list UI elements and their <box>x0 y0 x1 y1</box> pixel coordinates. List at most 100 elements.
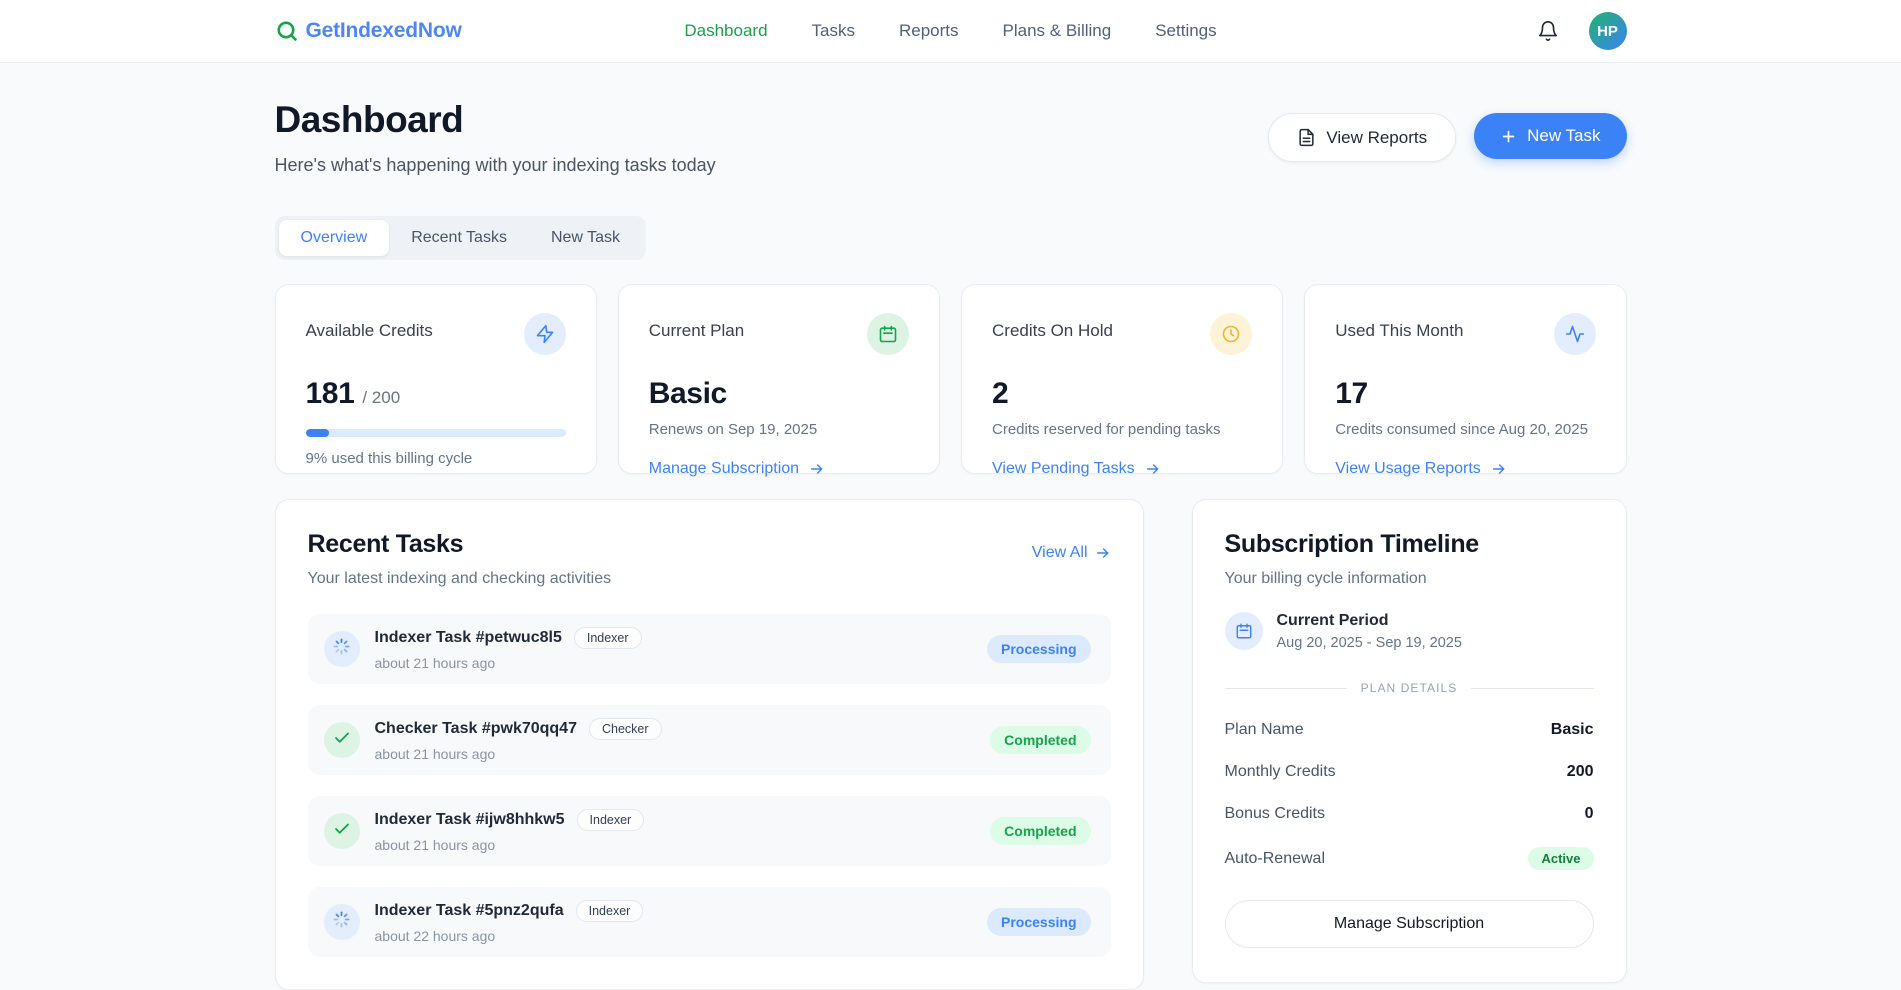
used-this-month-card: Used This Month 17 Credits consumed sinc… <box>1304 284 1626 474</box>
view-all-label: View All <box>1032 544 1088 562</box>
detail-value: Basic <box>1551 721 1594 739</box>
notifications-button[interactable] <box>1533 16 1563 46</box>
search-icon <box>275 19 299 43</box>
manage-subscription-link[interactable]: Manage Subscription <box>649 460 825 478</box>
used-value: 17 <box>1335 377 1368 411</box>
task-type-badge: Indexer <box>576 900 644 922</box>
task-row[interactable]: Indexer Task #5pnz2qufa Indexer about 22… <box>308 887 1111 957</box>
plan-details-label: PLAN DETAILS <box>1361 681 1458 695</box>
task-time: about 21 hours ago <box>375 837 645 853</box>
hold-value: 2 <box>992 377 1008 411</box>
plan-details-divider: PLAN DETAILS <box>1225 681 1594 695</box>
recent-tasks-title: Recent Tasks <box>308 530 612 559</box>
view-reports-button[interactable]: View Reports <box>1268 113 1456 162</box>
subscription-title: Subscription Timeline <box>1225 530 1594 559</box>
task-name: Indexer Task #petwuc8l5 <box>375 629 562 647</box>
manage-subscription-link-label: Manage Subscription <box>649 460 799 478</box>
task-type-badge: Indexer <box>574 627 642 649</box>
detail-label: Auto-Renewal <box>1225 850 1326 868</box>
recent-tasks-panel: Recent Tasks Your latest indexing and ch… <box>275 499 1144 990</box>
arrow-right-icon <box>1145 461 1161 477</box>
card-title: Used This Month <box>1335 313 1463 341</box>
clock-icon <box>1210 313 1252 355</box>
nav-item-tasks[interactable]: Tasks <box>812 21 855 41</box>
nav-item-plans-billing[interactable]: Plans & Billing <box>1003 21 1112 41</box>
manage-subscription-button[interactable]: Manage Subscription <box>1225 900 1594 948</box>
detail-value: 0 <box>1585 805 1594 823</box>
task-type-badge: Checker <box>589 718 662 740</box>
nav-item-settings[interactable]: Settings <box>1155 21 1216 41</box>
detail-row-auto-renewal: Auto-Renewal Active <box>1225 847 1594 870</box>
tab-new-task[interactable]: New Task <box>529 220 642 256</box>
task-row[interactable]: Indexer Task #ijw8hhkw5 Indexer about 21… <box>308 796 1111 866</box>
detail-value: 200 <box>1567 763 1594 781</box>
credits-progress-bar <box>306 429 566 437</box>
view-pending-tasks-link[interactable]: View Pending Tasks <box>992 460 1161 478</box>
spinner-icon <box>332 910 351 934</box>
view-all-link[interactable]: View All <box>1032 544 1111 562</box>
credits-progress-fill <box>306 429 329 437</box>
task-name: Checker Task #pwk70qq47 <box>375 720 577 738</box>
view-pending-tasks-label: View Pending Tasks <box>992 460 1135 478</box>
task-name: Indexer Task #ijw8hhkw5 <box>375 811 565 829</box>
credits-value: 181 <box>306 377 355 411</box>
nav-item-reports[interactable]: Reports <box>899 21 959 41</box>
task-row[interactable]: Indexer Task #petwuc8l5 Indexer about 21… <box>308 614 1111 684</box>
task-time: about 22 hours ago <box>375 928 644 944</box>
view-usage-reports-link[interactable]: View Usage Reports <box>1335 460 1507 478</box>
current-period-label: Current Period <box>1277 612 1462 630</box>
detail-label: Bonus Credits <box>1225 805 1326 823</box>
page-subtitle: Here's what's happening with your indexi… <box>275 155 716 176</box>
new-task-button[interactable]: New Task <box>1474 113 1626 159</box>
tab-recent-tasks[interactable]: Recent Tasks <box>389 220 529 256</box>
credits-footnote: 9% used this billing cycle <box>306 450 566 467</box>
bell-icon <box>1537 20 1559 42</box>
page-title: Dashboard <box>275 99 716 141</box>
check-icon <box>333 820 351 843</box>
arrow-right-icon <box>1095 545 1111 561</box>
spinner-icon <box>332 637 351 661</box>
status-badge: Processing <box>987 908 1090 936</box>
app-logo[interactable]: GetIndexedNow <box>275 19 685 43</box>
plan-value: Basic <box>649 377 727 411</box>
subscription-subtitle: Your billing cycle information <box>1225 570 1594 588</box>
detail-row-bonus-credits: Bonus Credits 0 <box>1225 805 1594 823</box>
task-time: about 21 hours ago <box>375 655 642 671</box>
new-task-label: New Task <box>1527 126 1600 146</box>
plus-icon <box>1500 128 1517 145</box>
hold-note: Credits reserved for pending tasks <box>992 421 1252 438</box>
top-navigation-bar: GetIndexedNow Dashboard Tasks Reports Pl… <box>0 0 1901 63</box>
view-tabs: Overview Recent Tasks New Task <box>275 216 647 260</box>
calendar-icon <box>867 313 909 355</box>
task-row[interactable]: Checker Task #pwk70qq47 Checker about 21… <box>308 705 1111 775</box>
status-badge: Completed <box>990 726 1090 754</box>
current-period-value: Aug 20, 2025 - Sep 19, 2025 <box>1277 635 1462 651</box>
dashboard-main: Dashboard Here's what's happening with y… <box>275 99 1627 990</box>
auto-renewal-status-badge: Active <box>1528 847 1593 870</box>
view-reports-label: View Reports <box>1326 128 1427 148</box>
task-name: Indexer Task #5pnz2qufa <box>375 902 564 920</box>
user-avatar[interactable]: HP <box>1589 12 1627 50</box>
arrow-right-icon <box>1491 461 1507 477</box>
status-badge: Processing <box>987 635 1090 663</box>
available-credits-card: Available Credits 181 / 200 9% used this… <box>275 284 597 474</box>
recent-tasks-subtitle: Your latest indexing and checking activi… <box>308 570 612 588</box>
task-type-badge: Indexer <box>577 809 645 831</box>
detail-row-monthly-credits: Monthly Credits 200 <box>1225 763 1594 781</box>
file-text-icon <box>1297 128 1316 147</box>
logo-text: GetIndexedNow <box>306 19 462 43</box>
detail-label: Plan Name <box>1225 721 1304 739</box>
task-time: about 21 hours ago <box>375 746 662 762</box>
used-note: Credits consumed since Aug 20, 2025 <box>1335 421 1595 438</box>
card-title: Available Credits <box>306 313 433 341</box>
nav-item-dashboard[interactable]: Dashboard <box>684 21 767 41</box>
view-usage-reports-label: View Usage Reports <box>1335 460 1481 478</box>
card-title: Current Plan <box>649 313 744 341</box>
credits-denominator: / 200 <box>362 388 400 408</box>
tab-overview[interactable]: Overview <box>279 220 390 256</box>
detail-row-plan-name: Plan Name Basic <box>1225 721 1594 739</box>
calendar-icon <box>1225 612 1263 650</box>
bolt-icon <box>524 313 566 355</box>
detail-label: Monthly Credits <box>1225 763 1336 781</box>
main-nav: Dashboard Tasks Reports Plans & Billing … <box>684 21 1216 41</box>
